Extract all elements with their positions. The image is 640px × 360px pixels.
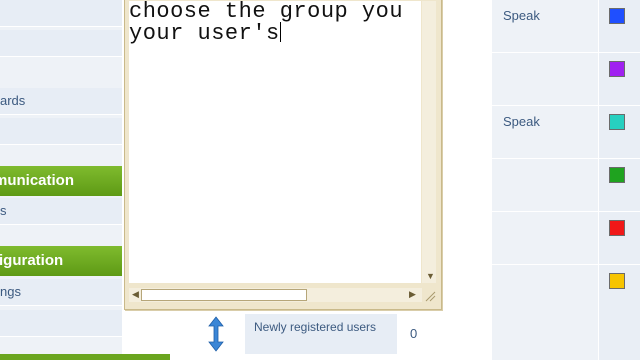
- permission-cell: [492, 310, 598, 360]
- sidebar-row: [0, 118, 122, 145]
- permission-cell: [492, 159, 598, 212]
- group-row: Newly registered users 0: [170, 310, 640, 360]
- sidebar-row: [0, 310, 122, 337]
- sidebar-link-settings[interactable]: ngs: [0, 279, 122, 306]
- sidebar-link-communication-item[interactable]: s: [0, 198, 122, 225]
- group-name: Newly registered users: [254, 320, 377, 334]
- sidebar: ards munication s figuration ngs: [0, 0, 122, 360]
- permission-cell: [492, 53, 598, 106]
- sidebar-link-label: ards: [0, 93, 26, 108]
- permission-cell: Speak: [492, 106, 598, 159]
- editor-textarea[interactable]: choose the group you your user's: [129, 1, 421, 283]
- sidebar-bottom-header: [0, 354, 170, 360]
- color-cell[interactable]: [599, 212, 640, 265]
- text-caret: [279, 22, 281, 42]
- sidebar-header-configuration[interactable]: figuration: [0, 246, 122, 276]
- resize-grip-icon[interactable]: [424, 290, 436, 302]
- editor-line-2: your user's: [129, 21, 280, 46]
- color-cell[interactable]: [599, 0, 640, 53]
- color-swatch[interactable]: [609, 273, 625, 289]
- color-swatch[interactable]: [609, 61, 625, 77]
- color-cell[interactable]: [599, 310, 640, 360]
- horizontal-scrollbar[interactable]: ◀ ▶: [129, 288, 422, 302]
- drag-reorder-icon[interactable]: [206, 316, 226, 352]
- color-cell[interactable]: [599, 106, 640, 159]
- sidebar-link-awards[interactable]: ards: [0, 88, 122, 115]
- permission-cell: Speak: [492, 0, 598, 53]
- sidebar-row: [0, 0, 122, 27]
- sidebar-row: [0, 30, 122, 57]
- scroll-down-arrow-icon[interactable]: ▼: [426, 271, 435, 281]
- horizontal-scroll-thumb[interactable]: [141, 289, 307, 301]
- color-swatch[interactable]: [609, 220, 625, 236]
- group-name-cell[interactable]: Newly registered users: [245, 314, 397, 354]
- vertical-scrollbar[interactable]: ▼: [422, 1, 436, 283]
- color-swatch[interactable]: [609, 167, 625, 183]
- scroll-right-arrow-icon[interactable]: ▶: [409, 289, 416, 300]
- text-editor-popup: choose the group you your user's ▼ ◀ ▶: [124, 0, 442, 310]
- color-swatch[interactable]: [609, 114, 625, 130]
- permission-cell: [492, 212, 598, 265]
- color-cell[interactable]: [599, 53, 640, 106]
- color-swatch[interactable]: [609, 8, 625, 24]
- group-member-count: 0: [410, 326, 418, 341]
- scroll-left-arrow-icon[interactable]: ◀: [132, 289, 139, 300]
- sidebar-header-communication[interactable]: munication: [0, 166, 122, 196]
- color-cell[interactable]: [599, 159, 640, 212]
